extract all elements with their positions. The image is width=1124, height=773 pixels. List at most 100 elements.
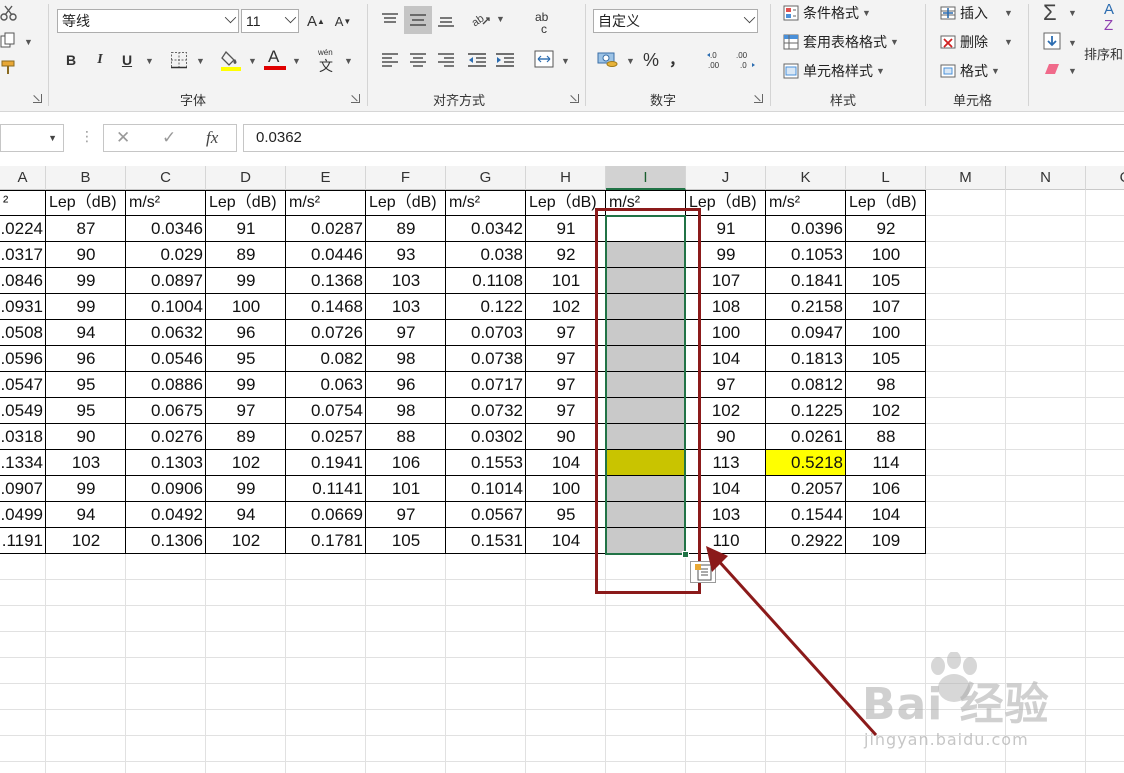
font-color-dropdown-icon[interactable]: ▼ bbox=[292, 56, 301, 66]
accounting-dropdown-icon[interactable]: ▼ bbox=[626, 56, 635, 66]
table-cell-l[interactable]: 104 bbox=[846, 502, 926, 528]
cell-styles-button[interactable]: 单元格样式 ▼ bbox=[783, 61, 885, 81]
table-cell-f[interactable]: 101 bbox=[366, 476, 446, 502]
column-header-c[interactable]: C bbox=[126, 166, 206, 190]
table-cell-a[interactable]: .0317 bbox=[0, 242, 46, 268]
table-cell-k[interactable]: 0.1053 bbox=[766, 242, 846, 268]
table-cell-c[interactable]: 0.1306 bbox=[126, 528, 206, 554]
table-cell-b[interactable]: 94 bbox=[46, 320, 126, 346]
table-cell-d[interactable]: 95 bbox=[206, 346, 286, 372]
table-cell-b[interactable]: 99 bbox=[46, 476, 126, 502]
copy-dropdown-icon[interactable]: ▼ bbox=[24, 37, 33, 47]
name-box-dropdown-icon[interactable]: ▼ bbox=[48, 133, 57, 143]
underline-dropdown-icon[interactable]: ▼ bbox=[145, 56, 154, 66]
table-cell-g[interactable]: 0.0717 bbox=[446, 372, 526, 398]
table-cell-e[interactable]: 0.063 bbox=[286, 372, 366, 398]
fill-dropdown-icon[interactable]: ▼ bbox=[1068, 38, 1077, 48]
table-cell-c[interactable]: 0.0492 bbox=[126, 502, 206, 528]
table-cell-b[interactable]: 90 bbox=[46, 242, 126, 268]
table-cell-k[interactable]: 0.0947 bbox=[766, 320, 846, 346]
table-cell-a[interactable]: .0549 bbox=[0, 398, 46, 424]
align-left-icon[interactable] bbox=[381, 52, 399, 68]
table-cell-h[interactable]: 91 bbox=[526, 216, 606, 242]
align-bottom-icon[interactable] bbox=[437, 12, 455, 28]
table-cell-f[interactable]: 97 bbox=[366, 502, 446, 528]
table-cell-a[interactable]: .0224 bbox=[0, 216, 46, 242]
table-cell-e[interactable]: 0.0446 bbox=[286, 242, 366, 268]
table-cell-g[interactable]: 0.1531 bbox=[446, 528, 526, 554]
table-cell-h[interactable]: 92 bbox=[526, 242, 606, 268]
column-header-d[interactable]: D bbox=[206, 166, 286, 190]
table-cell-d[interactable]: 102 bbox=[206, 450, 286, 476]
insert-button[interactable]: 插入 ▼ bbox=[940, 3, 1013, 23]
orientation-dropdown-icon[interactable]: ▼ bbox=[496, 14, 505, 24]
table-cell-k[interactable]: 0.2057 bbox=[766, 476, 846, 502]
table-cell-h[interactable]: 97 bbox=[526, 372, 606, 398]
table-cell-a[interactable]: .0846 bbox=[0, 268, 46, 294]
underline-button[interactable]: U bbox=[118, 50, 136, 70]
table-cell-l[interactable]: 100 bbox=[846, 320, 926, 346]
table-cell-e[interactable]: 0.0754 bbox=[286, 398, 366, 424]
table-cell-a[interactable]: .1334 bbox=[0, 450, 46, 476]
table-cell-h[interactable]: 97 bbox=[526, 346, 606, 372]
header-cell-h[interactable]: Lep（dB) bbox=[526, 190, 606, 216]
table-cell-d[interactable]: 99 bbox=[206, 372, 286, 398]
column-header-j[interactable]: J bbox=[686, 166, 766, 190]
table-cell-k[interactable]: 0.5218 bbox=[766, 450, 846, 476]
wrap-text-button[interactable]: ab c bbox=[535, 10, 559, 36]
table-cell-l[interactable]: 98 bbox=[846, 372, 926, 398]
decrease-decimal-icon[interactable]: .00 .0 bbox=[734, 50, 756, 70]
column-header-h[interactable]: H bbox=[526, 166, 606, 190]
table-cell-f[interactable]: 103 bbox=[366, 294, 446, 320]
autosum-icon[interactable]: Σ bbox=[1043, 0, 1057, 26]
font-launcher-icon[interactable] bbox=[351, 94, 360, 103]
delete-button[interactable]: 删除 ▼ bbox=[940, 32, 1013, 52]
comma-button[interactable]: ， bbox=[669, 48, 685, 69]
table-cell-g[interactable]: 0.0302 bbox=[446, 424, 526, 450]
table-cell-d[interactable]: 99 bbox=[206, 268, 286, 294]
table-cell-a[interactable]: .0596 bbox=[0, 346, 46, 372]
accounting-format-icon[interactable] bbox=[597, 50, 619, 68]
table-cell-c[interactable]: 0.0346 bbox=[126, 216, 206, 242]
table-cell-a[interactable]: .0499 bbox=[0, 502, 46, 528]
table-cell-g[interactable]: 0.0342 bbox=[446, 216, 526, 242]
table-cell-f[interactable]: 98 bbox=[366, 346, 446, 372]
alignment-launcher-icon[interactable] bbox=[570, 94, 579, 103]
table-cell-b[interactable]: 96 bbox=[46, 346, 126, 372]
column-header-n[interactable]: N bbox=[1006, 166, 1086, 190]
name-box[interactable]: ▼ bbox=[0, 124, 64, 152]
clear-icon[interactable] bbox=[1043, 62, 1061, 76]
table-cell-d[interactable]: 94 bbox=[206, 502, 286, 528]
table-cell-a[interactable]: .0931 bbox=[0, 294, 46, 320]
table-cell-l[interactable]: 107 bbox=[846, 294, 926, 320]
header-cell-k[interactable]: m/s² bbox=[766, 190, 846, 216]
phonetic-button[interactable]: wén 文 bbox=[316, 48, 338, 74]
table-cell-k[interactable]: 0.0396 bbox=[766, 216, 846, 242]
table-cell-f[interactable]: 105 bbox=[366, 528, 446, 554]
table-cell-d[interactable]: 96 bbox=[206, 320, 286, 346]
align-middle-button[interactable] bbox=[404, 6, 432, 34]
align-right-icon[interactable] bbox=[437, 52, 455, 68]
increase-indent-icon[interactable] bbox=[495, 52, 515, 68]
table-cell-a[interactable]: .1191 bbox=[0, 528, 46, 554]
header-cell-d[interactable]: Lep（dB) bbox=[206, 190, 286, 216]
clear-dropdown-icon[interactable]: ▼ bbox=[1068, 66, 1077, 76]
table-cell-c[interactable]: 0.0886 bbox=[126, 372, 206, 398]
autosum-dropdown-icon[interactable]: ▼ bbox=[1068, 8, 1077, 18]
table-cell-d[interactable]: 102 bbox=[206, 528, 286, 554]
table-cell-g[interactable]: 0.0732 bbox=[446, 398, 526, 424]
align-top-icon[interactable] bbox=[381, 12, 399, 28]
insert-function-icon[interactable]: fx bbox=[206, 128, 218, 148]
table-cell-f[interactable]: 103 bbox=[366, 268, 446, 294]
table-cell-f[interactable]: 97 bbox=[366, 320, 446, 346]
table-cell-k[interactable]: 0.0812 bbox=[766, 372, 846, 398]
table-cell-g[interactable]: 0.0738 bbox=[446, 346, 526, 372]
table-cell-e[interactable]: 0.0669 bbox=[286, 502, 366, 528]
decrease-indent-icon[interactable] bbox=[467, 52, 487, 68]
font-size-select[interactable]: 11 bbox=[241, 9, 299, 33]
table-cell-g[interactable]: 0.1108 bbox=[446, 268, 526, 294]
table-cell-h[interactable]: 104 bbox=[526, 450, 606, 476]
conditional-format-button[interactable]: 条件格式 ▼ bbox=[783, 3, 871, 23]
table-cell-g[interactable]: 0.122 bbox=[446, 294, 526, 320]
column-header-g[interactable]: G bbox=[446, 166, 526, 190]
